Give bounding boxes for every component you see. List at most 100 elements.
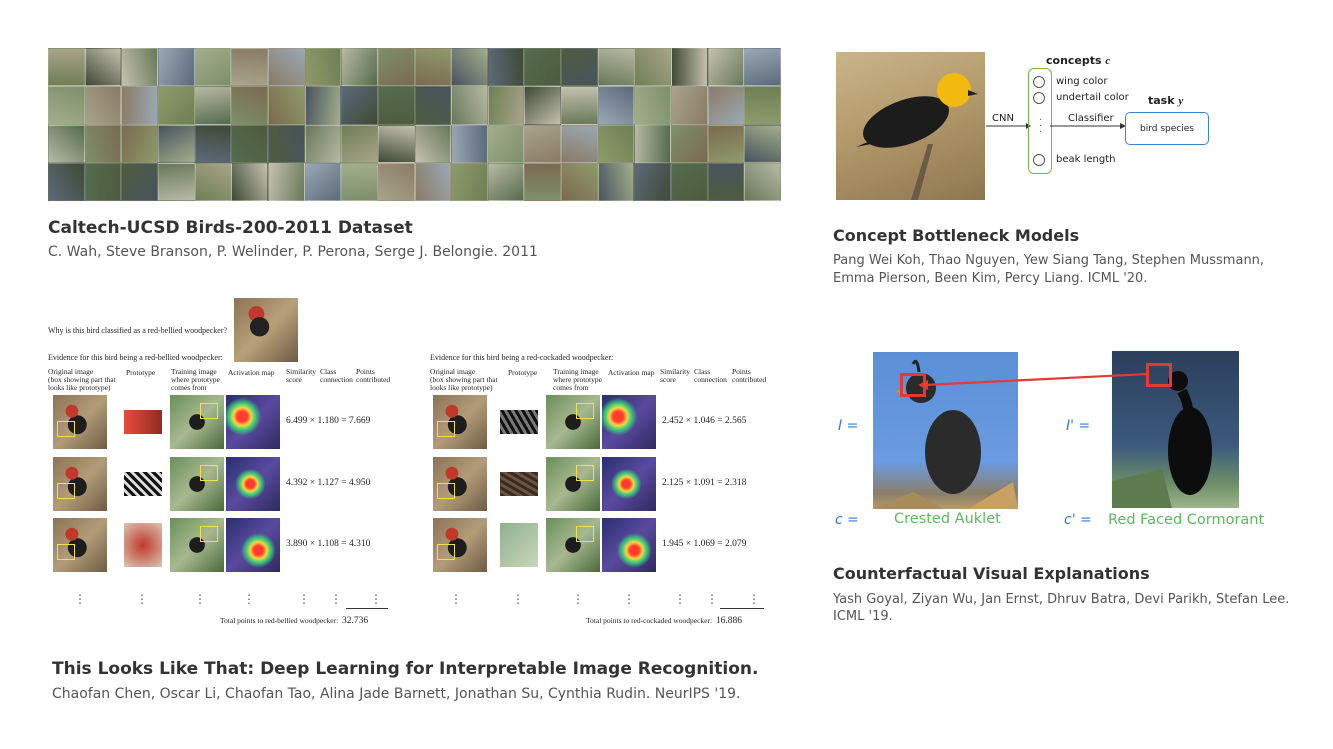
i-prime-label: I' = [1066,418,1091,434]
mosaic-tile [414,86,452,125]
col-header-original-right: Original image (box showing part that look… [430,367,498,392]
concept-node-3 [1033,154,1045,166]
ellipsis-right-1: ⋮ [450,592,462,606]
mosaic-tile [121,86,158,125]
concept-wing-color: wing color [1056,76,1108,87]
col-header-prototype-right: Prototype [508,368,538,377]
bird-species-output: bird species [1125,112,1209,145]
mosaic-tile [48,124,85,163]
mosaic-tile [487,124,525,163]
protopnet-question: Why is this bird classified as a red-bel… [48,326,228,335]
mosaic-tile [707,162,745,201]
mosaic-tile [341,124,378,163]
evidence-right-heading: Evidence for this bird being a red-cocka… [430,353,614,362]
mosaic-tile [524,48,562,87]
right-score-row-3: 1.945 × 1.069 = 2.079 [662,539,747,549]
ellipsis-left-2: ⋮ [136,592,148,606]
mosaic-tile [414,48,452,87]
right-activation-map-2 [602,457,656,511]
sum-line-right [720,608,764,609]
right-activation-map-3 [602,518,656,572]
mosaic-tile [451,86,488,125]
mosaic-tile [267,48,305,87]
mosaic-tile [341,48,378,87]
mosaic-tile [341,86,378,125]
mosaic-tile [304,162,342,201]
mosaic-tile [414,162,452,201]
cbm-bird-photo [836,52,985,200]
mosaic-tile [671,86,708,125]
mosaic-tile [304,124,342,163]
mosaic-tile [377,162,415,201]
left-prototype-patch-2 [124,472,162,496]
mosaic-tile [451,48,488,87]
mosaic-tile [597,86,635,125]
mosaic-tile [634,86,672,125]
mosaic-tile [487,48,525,87]
col-header-similarity-left: Similarity score [286,367,316,384]
cbm-authors-line1: Pang Wei Koh, Thao Nguyen, Yew Siang Tan… [833,253,1265,268]
mosaic-tile [671,162,708,201]
mosaic-tile [194,162,232,201]
mosaic-tile [48,48,85,87]
col-header-activation-right: Activation map [608,368,655,377]
left-score-row-1: 6.499 × 1.180 = 7.669 [286,416,371,426]
mosaic-tile [707,48,745,87]
mosaic-tile [267,86,305,125]
right-prototype-patch-1 [500,410,538,434]
mosaic-tile [561,124,598,163]
i-label: I = [838,418,859,434]
c-prime-label: c' = [1064,512,1092,528]
left-prototype-patch-1 [124,410,162,434]
cbm-diagram: CNN · · · concepts c wing color undertail … [836,52,1216,202]
left-activation-map-2 [226,457,280,511]
cve-authors-line1: Yash Goyal, Ziyan Wu, Jan Ernst, Dhruv B… [833,592,1290,607]
mosaic-tile [707,124,745,163]
left-prototype-patch-3 [124,523,162,567]
right-prototype-match-box-3 [576,526,594,542]
class-left-label: Crested Auklet [894,511,1001,527]
right-score-row-1: 2.452 × 1.046 = 2.565 [662,416,747,426]
mosaic-tile [84,124,122,163]
col-header-training-left: Training image where prototype comes from [171,367,220,392]
mosaic-tile [377,48,415,87]
ellipsis-left-3: ⋮ [194,592,206,606]
right-prototype-patch-3 [500,523,538,567]
col-header-similarity-right: Similarity score [660,367,690,384]
task-heading: task y [1148,94,1184,107]
mosaic-tile [524,86,562,125]
mosaic-tile [634,162,672,201]
mosaic-tile [671,48,708,87]
mosaic-tile [157,162,195,201]
mosaic-tile [157,86,195,125]
mosaic-tile [377,124,415,163]
right-prototype-match-box-2 [437,483,455,499]
mosaic-tile [194,124,232,163]
mosaic-tile [744,48,781,87]
c-label: c = [835,512,859,528]
mosaic-tile [304,86,342,125]
mosaic-tile [267,124,305,163]
ellipsis-right-3: ⋮ [572,592,584,606]
mosaic-tile [121,162,158,201]
left-score-row-2: 4.392 × 1.127 = 4.950 [286,478,371,488]
col-header-training-right: Training image where prototype comes from [553,367,602,392]
mosaic-tile [597,124,635,163]
mosaic-tile [48,86,85,125]
protopnet-figure: Why is this bird classified as a red-bel… [48,296,778,631]
sum-line-left [346,608,388,609]
mosaic-tile [121,124,158,163]
mosaic-tile [487,162,525,201]
mosaic-tile [304,48,342,87]
concepts-heading: concepts c [1046,54,1111,67]
ellipsis-right-6: ⋮ [706,592,718,606]
mosaic-tile [231,124,268,163]
ellipsis-right-2: ⋮ [512,592,524,606]
right-score-row-2: 2.125 × 1.091 = 2.318 [662,478,747,488]
left-activation-map-3 [226,518,280,572]
col-header-original-left: Original image (box showing part that look… [48,367,116,392]
mosaic-tile [194,86,232,125]
total-right: Total points to red-cockaded woodpecker:… [586,616,742,626]
mosaic-tile [597,162,635,201]
bird-image-mosaic [48,48,781,201]
